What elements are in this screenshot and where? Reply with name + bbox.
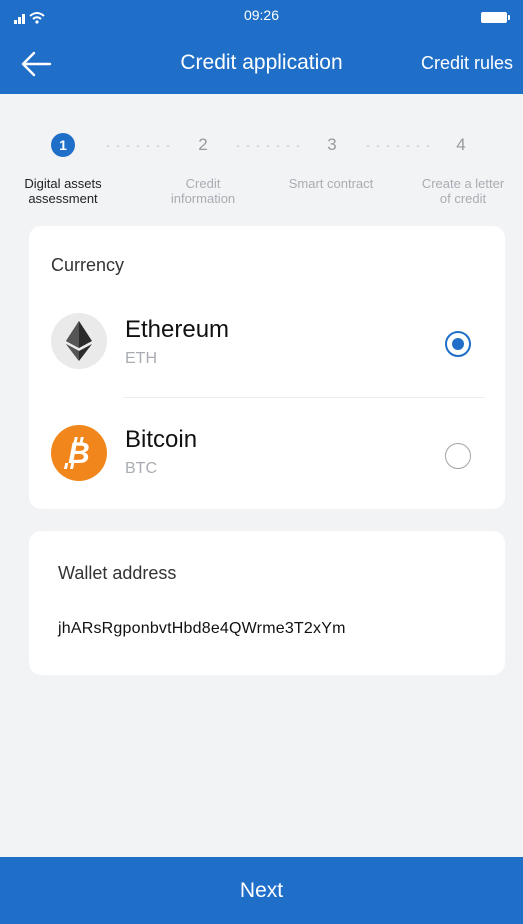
currency-option-ethereum[interactable]: Ethereum ETH — [29, 288, 505, 398]
step-1-label: Digital assets assessment — [8, 176, 118, 206]
currency-option-bitcoin[interactable]: B Bitcoin BTC — [29, 398, 505, 508]
credit-rules-link[interactable]: Credit rules — [421, 53, 513, 74]
wallet-card: Wallet address jhARsRgponbvtHbd8e4QWrme3… — [29, 531, 505, 675]
next-button[interactable]: Next — [0, 857, 523, 924]
bitcoin-name: Bitcoin — [125, 426, 198, 453]
step-3-number: 3 — [327, 135, 337, 154]
step-2-number: 2 — [198, 135, 208, 154]
step-2-label: Credit information — [148, 176, 258, 206]
step-2-label-line2: information — [170, 191, 236, 206]
ethereum-symbol: ETH — [125, 350, 157, 367]
step-1-label-line1: Digital assets — [24, 176, 102, 191]
step-connector — [233, 145, 303, 147]
step-4-label-line2: of credit — [439, 191, 487, 206]
ethereum-name: Ethereum — [125, 316, 230, 343]
ethereum-icon — [51, 313, 107, 369]
bitcoin-symbol: BTC — [125, 460, 157, 477]
currency-card: Currency Ethereum ETH B Bitcoin BTC — [29, 226, 505, 509]
bitcoin-icon: B — [51, 425, 107, 481]
step-connector — [103, 145, 173, 147]
step-connector — [363, 145, 433, 147]
step-1-number: 1 — [51, 133, 75, 157]
step-4-label-line1: Create a letter — [421, 176, 505, 191]
battery-icon — [481, 12, 510, 23]
step-4-number: 4 — [456, 135, 466, 154]
wallet-address[interactable]: jhARsRgponbvtHbd8e4QWrme3T2xYm — [58, 620, 346, 638]
step-3-label: Smart contract — [276, 176, 386, 191]
bitcoin-radio[interactable] — [445, 443, 471, 469]
status-time: 09:26 — [243, 7, 280, 23]
step-3-label-line1: Smart contract — [288, 176, 374, 191]
wallet-heading: Wallet address — [58, 563, 177, 583]
status-bar: 09:26 — [0, 0, 523, 34]
ethereum-radio[interactable] — [445, 331, 471, 357]
step-1-label-line2: assessment — [28, 191, 98, 206]
currency-heading: Currency — [51, 255, 125, 275]
step-2-label-line1: Credit — [185, 176, 221, 191]
navigation-bar: Credit application Credit rules — [0, 34, 523, 94]
back-arrow-icon[interactable] — [20, 50, 52, 78]
step-4-label: Create a letter of credit — [408, 176, 518, 206]
